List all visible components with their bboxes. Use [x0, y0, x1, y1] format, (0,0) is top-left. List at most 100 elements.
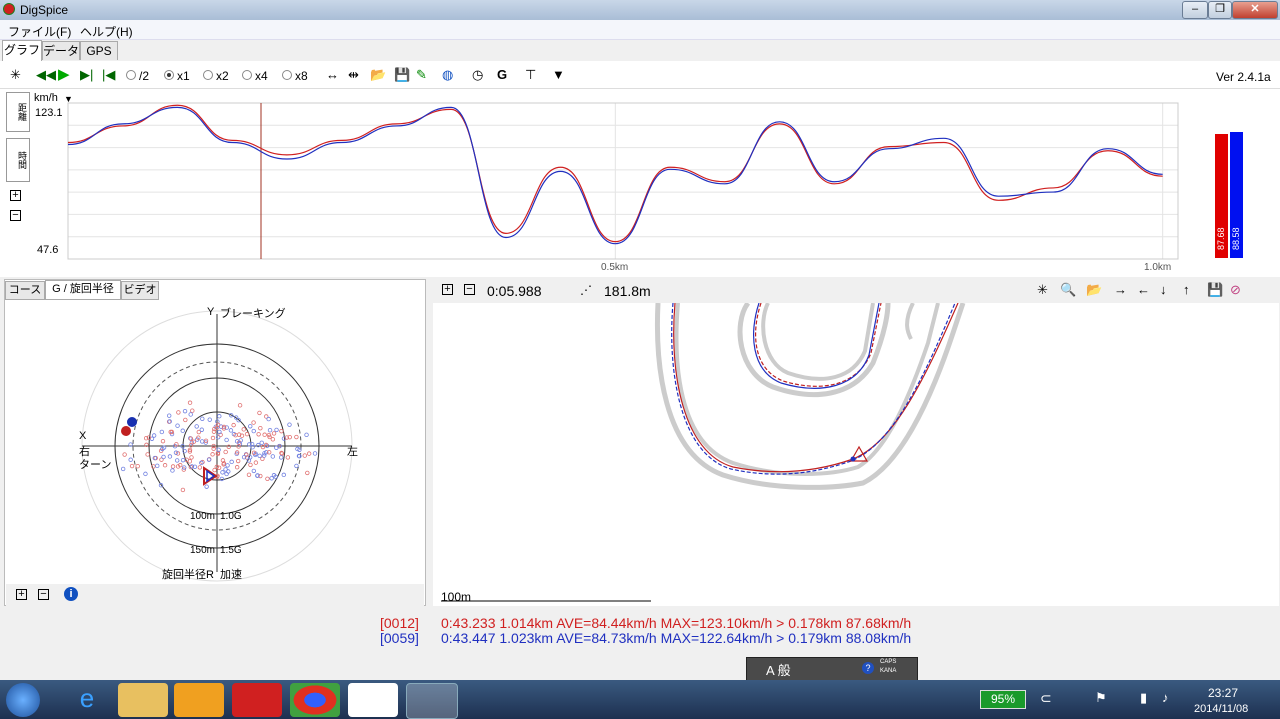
ime-help-icon[interactable]: ?: [862, 662, 874, 674]
g-scatter-point: [312, 451, 318, 456]
g-scatter-point: [259, 440, 264, 446]
map-zoom-out-button[interactable]: −: [464, 284, 475, 295]
g-scatter-point: [281, 472, 287, 478]
speed-graph: [67, 102, 1179, 260]
map-save-icon[interactable]: 💾: [1207, 282, 1223, 298]
info-icon[interactable]: i: [64, 587, 78, 601]
menu-help[interactable]: ヘルプ(H): [80, 23, 133, 40]
start-button[interactable]: [6, 683, 40, 717]
close-button[interactable]: ✕: [1232, 1, 1278, 19]
shrink-horizontal-icon[interactable]: ⇹: [348, 68, 359, 82]
g-scatter-point: [228, 428, 234, 433]
g-scatter-point: [180, 487, 186, 493]
speed-radio-x2[interactable]: [203, 70, 213, 80]
map-search-icon[interactable]: 🔍: [1060, 282, 1076, 298]
g-scatter-point: [223, 449, 228, 455]
minimize-button[interactable]: –: [1182, 1, 1208, 19]
rewind-icon[interactable]: ◀◀: [36, 68, 56, 82]
dropdown-icon[interactable]: ▼: [552, 68, 565, 82]
toolbar: [0, 61, 1280, 89]
g-scatter-point: [261, 453, 267, 458]
g-zoom-out-button[interactable]: −: [38, 589, 49, 600]
g-scatter-point: [207, 417, 212, 422]
step-back-icon[interactable]: |◀: [102, 68, 115, 82]
expand-horizontal-icon[interactable]: ↔: [326, 68, 339, 82]
arrow-up-icon[interactable]: ↑: [1183, 282, 1190, 297]
g-scatter-point: [219, 476, 225, 482]
map-scale-label: 100m: [441, 590, 472, 604]
ime-kana: KANA: [880, 668, 897, 674]
align-top-icon[interactable]: ⊤: [525, 68, 536, 82]
ime-mode[interactable]: A 般: [766, 660, 791, 679]
radius-150m-label: 150m: [190, 545, 216, 556]
g-scatter-point: [270, 437, 276, 442]
x-tick-1km: 1.0km: [1144, 262, 1172, 273]
g-scatter-point: [248, 424, 253, 429]
heartbeat-icon[interactable]: [232, 683, 282, 717]
g-scatter-point: [151, 433, 157, 438]
g-scatter-point: [210, 435, 216, 441]
arrow-right-icon[interactable]: →: [1114, 282, 1127, 297]
speed-radio-x1[interactable]: [164, 70, 174, 80]
flag-icon[interactable]: ⚑: [1095, 690, 1107, 706]
ie-icon[interactable]: e: [62, 683, 112, 717]
volume-icon[interactable]: ♪: [1162, 690, 1169, 705]
save-icon[interactable]: 💾: [394, 68, 410, 82]
speed-radio-x4[interactable]: [242, 70, 252, 80]
tab-data[interactable]: データ: [42, 41, 80, 60]
g-scatter-point: [188, 412, 193, 417]
clock-time[interactable]: 23:27: [1208, 686, 1238, 700]
g-scatter-point: [160, 438, 166, 444]
ime-caps: CAPS: [880, 659, 897, 665]
menu-bar: [0, 20, 1280, 40]
tab-course[interactable]: コース: [5, 281, 45, 300]
digspice-task-icon[interactable]: [406, 683, 458, 719]
chrome-icon[interactable]: [290, 683, 340, 717]
tab-graph[interactable]: グラフ: [2, 40, 42, 61]
g-scatter-point: [279, 428, 284, 434]
tab-video[interactable]: ビデオ: [121, 281, 159, 300]
play-icon[interactable]: ▶: [58, 67, 70, 82]
menu-file[interactable]: ファイル(F): [8, 23, 71, 40]
speed-radio-x8[interactable]: [282, 70, 292, 80]
open-folder-icon[interactable]: 📂: [370, 68, 386, 82]
map-folder-icon[interactable]: 📂: [1086, 282, 1102, 298]
g-icon[interactable]: G: [497, 68, 507, 82]
clip-icon[interactable]: ⊘: [1230, 282, 1241, 298]
network-icon[interactable]: ▮: [1140, 690, 1147, 706]
media-player-icon[interactable]: [174, 683, 224, 717]
g-zoom-in-button[interactable]: +: [16, 589, 27, 600]
clock-date[interactable]: 2014/11/08: [1194, 703, 1248, 715]
arrow-left-icon[interactable]: ←: [1137, 282, 1150, 297]
maximize-button[interactable]: ❐: [1208, 1, 1232, 19]
tools-icon[interactable]: ✎: [416, 68, 427, 82]
g-scatter-point: [189, 455, 194, 460]
g-scatter-point: [229, 459, 234, 465]
apps-icon[interactable]: [348, 683, 398, 717]
globe-icon[interactable]: ◍: [442, 68, 453, 82]
power-icon[interactable]: ⊂: [1040, 690, 1052, 707]
g-scatter-point: [278, 455, 284, 460]
g-scatter-point: [246, 472, 252, 478]
timer-icon[interactable]: ◷: [472, 68, 483, 82]
arrow-down-icon[interactable]: ↓: [1160, 282, 1167, 297]
tab-gps[interactable]: GPS: [80, 41, 118, 60]
g-y-label: Y: [207, 306, 215, 318]
map-zoom-in-button[interactable]: +: [442, 284, 453, 295]
g-scatter-point: [190, 408, 195, 413]
reset-icon[interactable]: ✳: [10, 68, 21, 82]
graph-grid: [67, 102, 1179, 260]
g-scatter-point: [237, 403, 243, 408]
g-scatter-point: [267, 428, 273, 433]
explorer-icon[interactable]: [118, 683, 168, 717]
lap-summary-red: 0:43.233 1.014km AVE=84.44km/h MAX=123.1…: [441, 615, 912, 631]
speed-radio-half[interactable]: [126, 70, 136, 80]
y-max-label: 123.1: [35, 107, 63, 119]
map-reset-icon[interactable]: ✳: [1037, 282, 1048, 298]
battery-indicator[interactable]: 95%: [980, 690, 1026, 709]
tab-g-radius[interactable]: G / 旋回半径: [45, 280, 121, 300]
g-scatter-point: [199, 460, 204, 466]
map-time: 0:05.988: [487, 283, 542, 299]
x-tick-05km: 0.5km: [601, 262, 629, 273]
step-forward-icon[interactable]: ▶|: [80, 68, 93, 82]
